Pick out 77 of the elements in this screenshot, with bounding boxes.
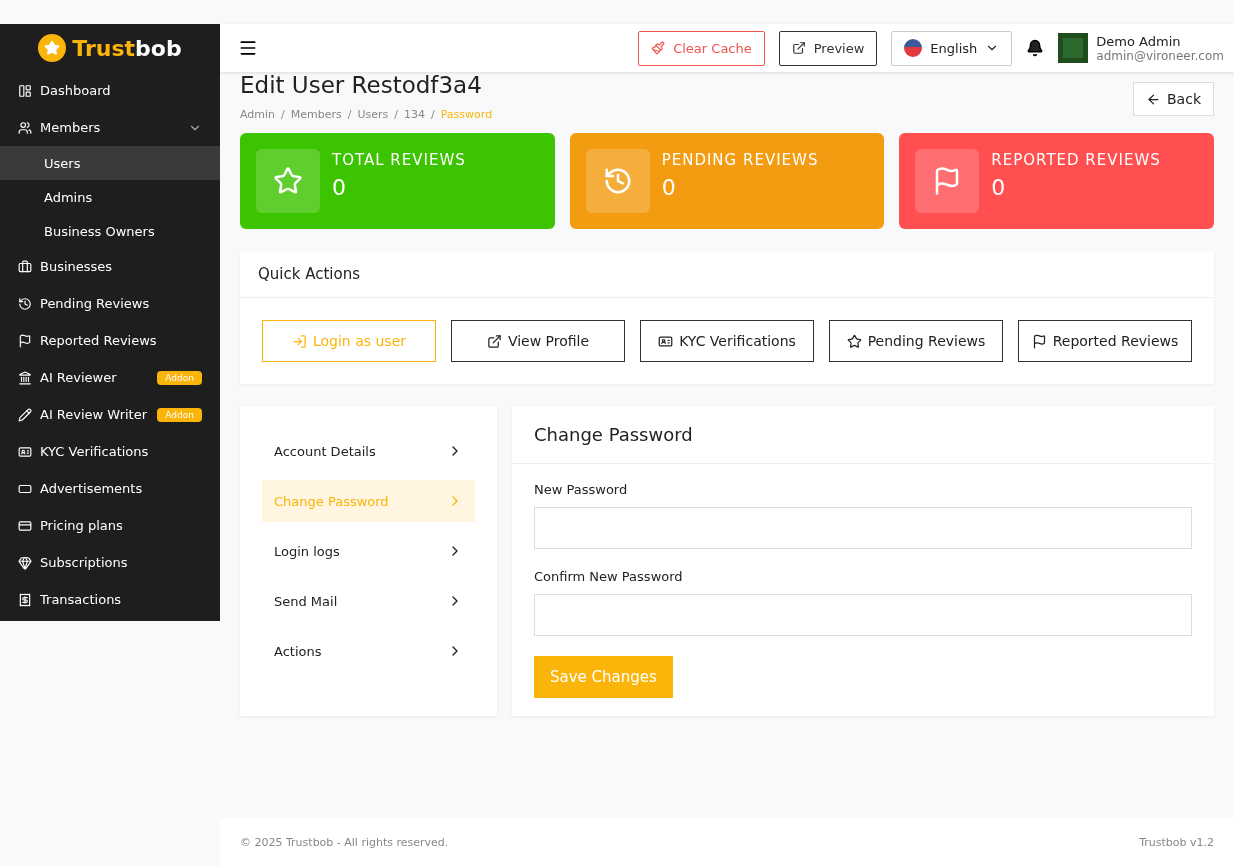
sidebar-item[interactable]: Pricing plans bbox=[0, 507, 220, 544]
sidebar-item[interactable]: Advertisements bbox=[0, 470, 220, 507]
quick-action-button[interactable]: Pending Reviews bbox=[829, 320, 1003, 362]
sidebar-item[interactable]: Transactions bbox=[0, 581, 220, 618]
quick-action-button[interactable]: Reported Reviews bbox=[1018, 320, 1192, 362]
menu-icon[interactable] bbox=[238, 38, 258, 58]
back-button[interactable]: Back bbox=[1133, 82, 1214, 116]
settings-tab[interactable]: Actions bbox=[262, 630, 475, 672]
sidebar-item[interactable]: KYC Verifications bbox=[0, 433, 220, 470]
clear-cache-button[interactable]: Clear Cache bbox=[638, 30, 765, 66]
login-icon bbox=[291, 333, 307, 349]
id-card-icon bbox=[658, 333, 674, 349]
sidebar-item[interactable]: Members bbox=[0, 109, 220, 146]
building-icon bbox=[18, 370, 32, 385]
stat-value: 0 bbox=[661, 175, 677, 200]
sidebar-subitem[interactable]: Business Owners bbox=[0, 214, 220, 248]
history-icon bbox=[18, 296, 32, 311]
flag-icon bbox=[904, 39, 923, 57]
star-logo-icon bbox=[38, 34, 67, 62]
stat-value: 0 bbox=[991, 175, 1007, 200]
external-link-icon bbox=[791, 41, 806, 55]
gem-icon bbox=[18, 555, 32, 570]
form-title: Change Password bbox=[512, 406, 1214, 464]
star-icon bbox=[273, 166, 303, 196]
breadcrumb-link[interactable]: Users bbox=[357, 108, 389, 121]
briefcase-icon bbox=[18, 259, 32, 274]
field-label: Confirm New Password bbox=[534, 569, 684, 584]
bell-icon[interactable] bbox=[1026, 39, 1045, 57]
language-dropdown[interactable]: English bbox=[891, 30, 1013, 66]
field-label: New Password bbox=[534, 482, 629, 497]
flag-icon bbox=[1031, 333, 1047, 349]
stat-label: PENDING REVIEWS bbox=[661, 151, 819, 169]
quick-action-button[interactable]: KYC Verifications bbox=[640, 320, 814, 362]
settings-tab[interactable]: Account Details bbox=[262, 430, 475, 472]
stat-value: 0 bbox=[332, 175, 347, 200]
sidebar-item[interactable]: AI Reviewer Addon bbox=[0, 359, 220, 396]
breadcrumb-separator: / bbox=[394, 108, 398, 121]
sidebar-item[interactable]: Subscriptions bbox=[0, 544, 220, 581]
sidebar-item[interactable]: Reported Reviews bbox=[0, 322, 220, 359]
preview-button[interactable]: Preview bbox=[778, 30, 878, 66]
card-icon bbox=[18, 518, 32, 533]
quick-action-button[interactable]: View Profile bbox=[451, 320, 625, 362]
settings-tab[interactable]: Login logs bbox=[262, 530, 475, 572]
external-link-icon bbox=[486, 333, 502, 349]
pencil-icon bbox=[18, 407, 32, 422]
receipt-icon bbox=[18, 592, 32, 607]
copyright-text: © 2025 Trustbob - All rights reserved. bbox=[240, 835, 449, 849]
addon-badge: Addon bbox=[157, 370, 202, 385]
sidebar-item[interactable]: AI Review Writer Addon bbox=[0, 396, 220, 433]
password-field[interactable] bbox=[534, 507, 1192, 549]
logo-text: Trustbob bbox=[72, 35, 182, 61]
stat-label: REPORTED REVIEWS bbox=[991, 151, 1161, 169]
people-icon bbox=[18, 120, 32, 135]
id-card-icon bbox=[18, 444, 32, 459]
flag-icon bbox=[18, 333, 32, 348]
password-field[interactable] bbox=[534, 594, 1192, 636]
page-title: Edit User Restodf3a4 bbox=[240, 72, 483, 98]
avatar bbox=[1058, 33, 1089, 63]
breadcrumb-separator: / bbox=[431, 108, 435, 121]
sidebar-subitem[interactable]: Admins bbox=[0, 180, 220, 214]
stat-label: TOTAL REVIEWS bbox=[332, 151, 466, 169]
addon-badge: Addon bbox=[157, 407, 202, 422]
user-name: Demo Admin bbox=[1096, 33, 1182, 49]
card-title: Quick Actions bbox=[240, 251, 1214, 298]
sidebar-item[interactable]: Businesses bbox=[0, 248, 220, 285]
sidebar-subitem[interactable]: Users bbox=[0, 146, 220, 180]
breadcrumb-link[interactable]: Members bbox=[290, 108, 342, 121]
sidebar-item[interactable]: Pending Reviews bbox=[0, 285, 220, 322]
brush-icon bbox=[651, 41, 666, 55]
settings-tab[interactable]: Send Mail bbox=[262, 580, 475, 622]
star-icon bbox=[846, 333, 862, 349]
sidebar-item[interactable]: Dashboard bbox=[0, 72, 220, 109]
version-text: Trustbob v1.2 bbox=[1139, 835, 1214, 849]
user-email: admin@vironeer.com bbox=[1096, 48, 1224, 63]
breadcrumb-separator: / bbox=[347, 108, 352, 121]
grid-icon bbox=[18, 83, 32, 98]
breadcrumb-separator: / bbox=[281, 108, 285, 121]
